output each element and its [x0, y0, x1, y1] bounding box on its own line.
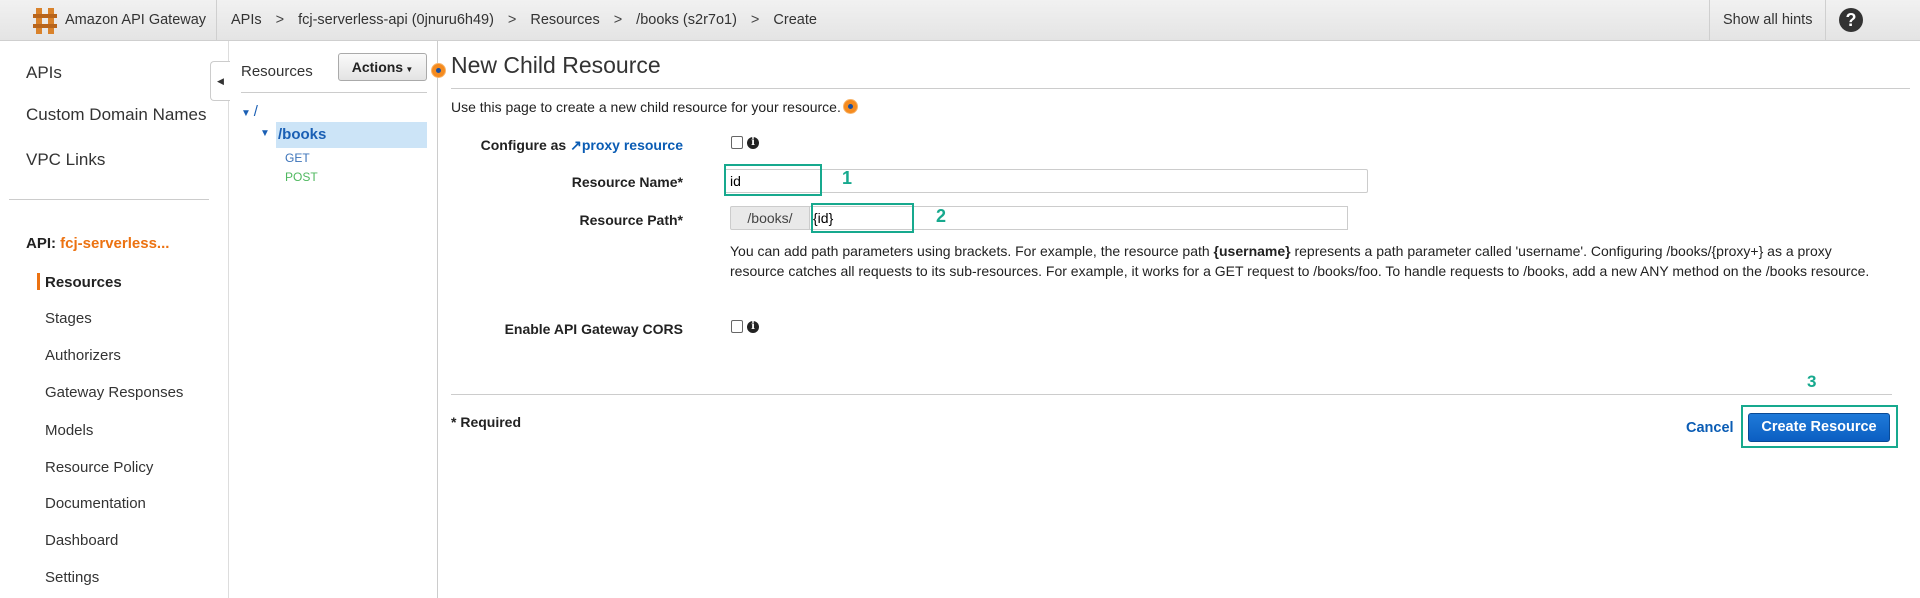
- brand-name[interactable]: Amazon API Gateway: [65, 12, 206, 28]
- help-text-bold: {username}: [1213, 243, 1291, 259]
- breadcrumb-books[interactable]: /books (s2r7o1): [636, 12, 737, 28]
- caret-down-icon: ▼: [403, 65, 414, 74]
- sidebar: APIs Custom Domain Names VPC Links API: …: [0, 41, 229, 598]
- configure-proxy-label: Configure as ↗proxy resource: [383, 137, 683, 154]
- sidebar-item-resource-policy[interactable]: Resource Policy: [45, 459, 153, 476]
- breadcrumb: APIs > fcj-serverless-api (0jnuru6h49) >…: [231, 12, 817, 28]
- help-text: resource catches all requests to its sub…: [730, 263, 1870, 279]
- annotation-box-2: [811, 203, 914, 233]
- info-icon[interactable]: i: [747, 137, 759, 149]
- annotation-box-1: [724, 164, 822, 196]
- panel-divider: [241, 92, 427, 93]
- cors-checkbox[interactable]: [731, 320, 743, 333]
- api-name: fcj-serverless...: [60, 235, 170, 252]
- required-note: * Required: [451, 414, 522, 430]
- top-bar: Amazon API Gateway APIs > fcj-serverless…: [0, 0, 1920, 41]
- breadcrumb-apis[interactable]: APIs: [231, 12, 262, 28]
- resource-path-label: Resource Path*: [579, 212, 683, 228]
- sidebar-item-stages[interactable]: Stages: [45, 310, 92, 327]
- breadcrumb-separator: >: [507, 12, 517, 28]
- resource-path-prefix: /books/: [730, 206, 810, 230]
- cors-label: Enable API Gateway CORS: [504, 321, 683, 337]
- breadcrumb-api[interactable]: fcj-serverless-api (0jnuru6h49): [298, 12, 494, 28]
- resources-title: Resources: [241, 63, 313, 80]
- hint-icon[interactable]: [844, 100, 857, 113]
- actions-dropdown[interactable]: Actions ▼: [338, 53, 427, 81]
- configure-as-text: Configure as: [480, 137, 567, 153]
- sidebar-item-custom-domain-names[interactable]: Custom Domain Names: [26, 105, 206, 125]
- resources-panel: Resources Actions ▼ ▼ / ▼ /books GET POS…: [229, 41, 438, 598]
- annotation-box-3: [1741, 405, 1898, 448]
- annotation-1: 1: [842, 168, 853, 188]
- expand-caret-icon: ▼: [241, 108, 254, 119]
- proxy-resource-checkbox[interactable]: [731, 136, 743, 149]
- expand-caret-icon: ▼: [260, 128, 270, 139]
- sidebar-item-apis[interactable]: APIs: [26, 63, 62, 83]
- external-link-icon: ↗: [570, 137, 582, 153]
- breadcrumb-separator: >: [613, 12, 623, 28]
- sidebar-item-dashboard[interactable]: Dashboard: [45, 532, 118, 549]
- page-title: New Child Resource: [451, 52, 661, 78]
- proxy-resource-link[interactable]: proxy resource: [582, 137, 683, 153]
- breadcrumb-resources[interactable]: Resources: [530, 12, 599, 28]
- active-indicator: [37, 273, 40, 290]
- hint-icon[interactable]: [432, 64, 445, 77]
- sidebar-item-resources[interactable]: Resources: [45, 274, 122, 291]
- breadcrumb-separator: >: [275, 12, 285, 28]
- method-post[interactable]: POST: [285, 170, 318, 184]
- api-selector[interactable]: API: fcj-serverless...: [26, 235, 169, 252]
- method-get[interactable]: GET: [285, 151, 310, 165]
- page-description: Use this page to create a new child reso…: [451, 99, 841, 115]
- sidebar-item-vpc-links[interactable]: VPC Links: [26, 150, 105, 170]
- api-gateway-logo-icon: [33, 8, 57, 34]
- sidebar-divider: [9, 199, 209, 200]
- help-text: You can add path parameters using bracke…: [730, 243, 1214, 259]
- help-text: represents a path parameter called 'user…: [1290, 243, 1832, 259]
- sidebar-item-settings[interactable]: Settings: [45, 569, 99, 586]
- tree-root[interactable]: ▼ /: [241, 103, 258, 120]
- title-divider: [451, 88, 1910, 89]
- show-all-hints-button[interactable]: Show all hints: [1723, 12, 1812, 28]
- api-label: API:: [26, 235, 56, 252]
- info-icon[interactable]: i: [747, 321, 759, 333]
- collapse-sidebar-button[interactable]: ◀: [210, 61, 230, 101]
- form-divider: [451, 394, 1892, 395]
- actions-label: Actions: [351, 59, 404, 75]
- cancel-button[interactable]: Cancel: [1686, 420, 1734, 436]
- root-path: /: [253, 103, 258, 120]
- annotation-2: 2: [936, 206, 947, 226]
- sidebar-item-models[interactable]: Models: [45, 422, 93, 439]
- breadcrumb-separator: >: [750, 12, 760, 28]
- resource-path-help: You can add path parameters using bracke…: [730, 241, 1869, 281]
- breadcrumb-create: Create: [773, 12, 817, 28]
- sidebar-item-documentation[interactable]: Documentation: [45, 495, 146, 512]
- question-circle-icon[interactable]: ?: [1839, 8, 1863, 32]
- sidebar-item-authorizers[interactable]: Authorizers: [45, 347, 121, 364]
- sidebar-item-gateway-responses[interactable]: Gateway Responses: [45, 384, 183, 401]
- resource-name-label: Resource Name*: [571, 174, 683, 190]
- annotation-3: 3: [1807, 372, 1817, 391]
